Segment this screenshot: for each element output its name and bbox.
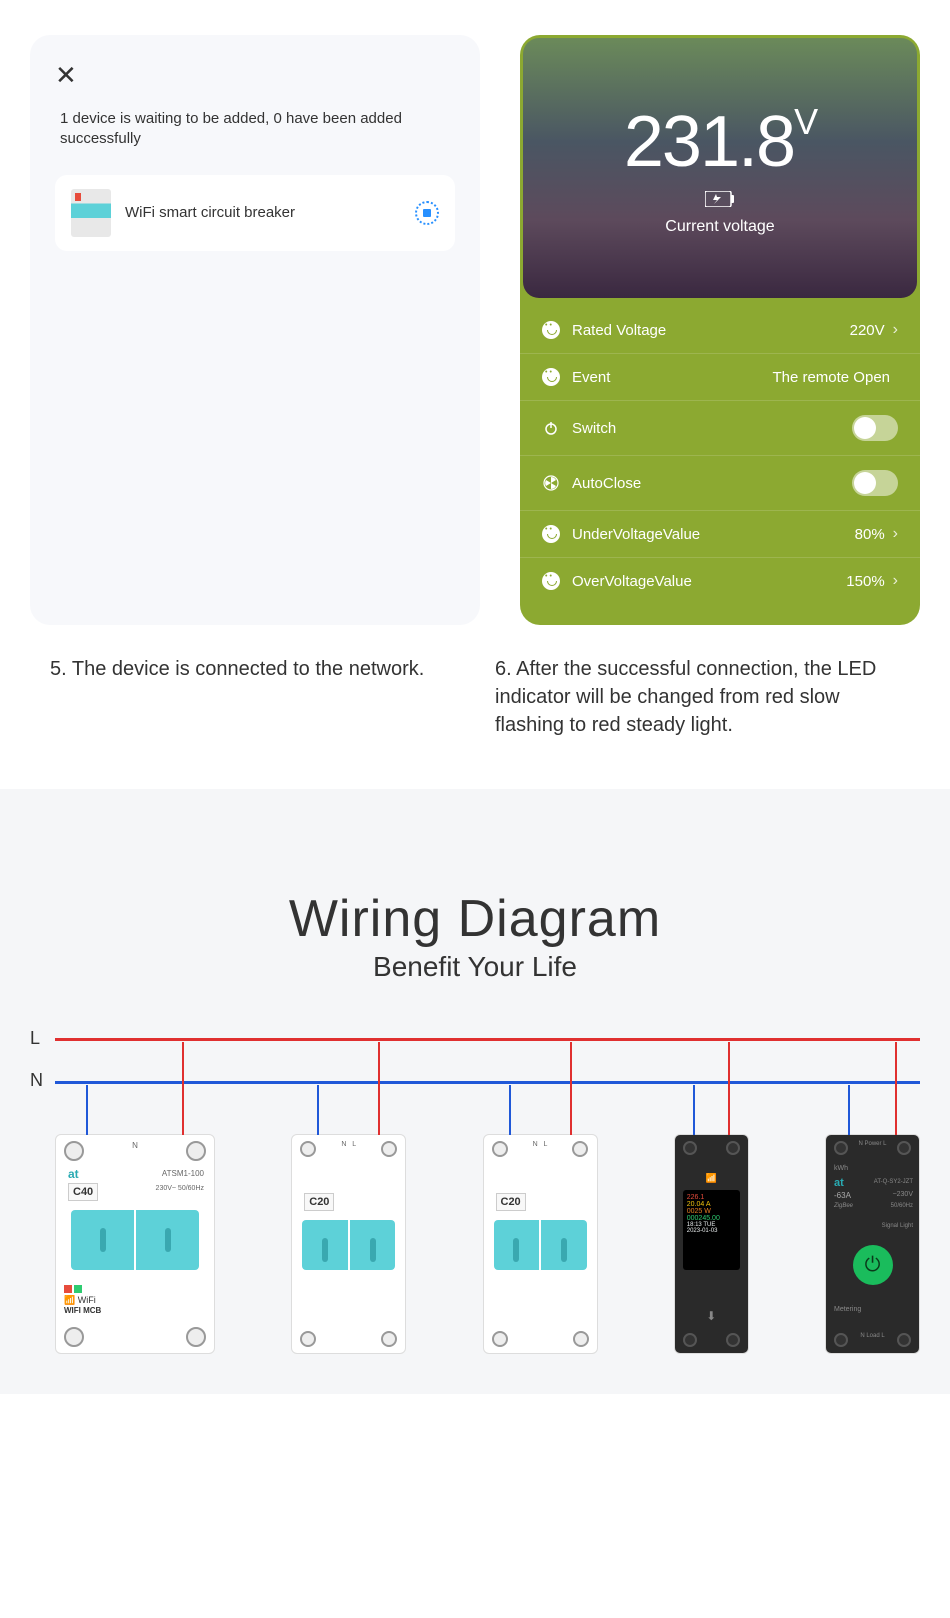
breaker-screen: 226.1 20.04 A 0025 W 000245.00 18:13 TUE… xyxy=(683,1190,740,1270)
settings-list: Rated Voltage 220V › Event The remote Op… xyxy=(520,301,920,610)
loading-icon xyxy=(415,201,439,225)
chevron-right-icon: › xyxy=(893,321,898,339)
captions: 5. The device is connected to the networ… xyxy=(0,645,950,789)
smiley-icon xyxy=(542,321,560,339)
row-autoclose: AutoClose xyxy=(520,456,920,511)
close-icon[interactable]: ✕ xyxy=(55,60,455,91)
breaker-4: 📶 226.1 20.04 A 0025 W 000245.00 18:13 T… xyxy=(674,1134,749,1354)
status-text: 1 device is waiting to be added, 0 have … xyxy=(55,109,455,150)
wiring-subtitle: Benefit Your Life xyxy=(30,951,920,983)
battery-icon xyxy=(705,191,735,212)
breaker-1: N at ATSM1-100 C40 230V~ 50/60Hz 📶 WiFiW… xyxy=(55,1134,215,1354)
smiley-icon xyxy=(542,525,560,543)
device-card[interactable]: WiFi smart circuit breaker xyxy=(55,175,455,251)
switch-toggle[interactable] xyxy=(852,415,898,441)
down-arrow-icon: ⬇ xyxy=(675,1309,748,1323)
wifi-badge: 📶 WiFiWIFI MCB xyxy=(64,1285,101,1315)
wiring-section: Wiring Diagram Benefit Your Life L N N a… xyxy=(0,789,950,1394)
breaker-code: C40 xyxy=(68,1183,98,1201)
breaker-switch xyxy=(302,1220,395,1270)
breaker-code: C20 xyxy=(496,1193,526,1211)
autoclose-toggle[interactable] xyxy=(852,470,898,496)
voltage-label: Current voltage xyxy=(665,218,774,236)
row-event[interactable]: Event The remote Open xyxy=(520,354,920,401)
caption-6: 6. After the successful connection, the … xyxy=(495,655,900,739)
wifi-icon: 📶 xyxy=(675,1173,748,1184)
wiring-canvas: L N N at ATSM1-100 C40 230V~ 50/60Hz 📶 W… xyxy=(30,1038,920,1354)
wiring-title: Wiring Diagram xyxy=(30,889,920,949)
fan-icon xyxy=(542,474,560,492)
voltage-panel: 231.8V Current voltage Rated Voltage 220… xyxy=(520,35,920,625)
breaker-switch xyxy=(494,1220,587,1270)
device-thumbnail xyxy=(71,189,111,237)
chevron-right-icon: › xyxy=(893,572,898,590)
line-N-label: N xyxy=(30,1070,43,1091)
line-L-label: L xyxy=(30,1028,40,1049)
breaker-switch xyxy=(71,1210,199,1270)
voltage-value: 231.8V xyxy=(624,101,816,183)
breaker-code: C20 xyxy=(304,1193,334,1211)
breaker-5: N Power L kWh at AT-Q-SY2-JZT -63A ~230V… xyxy=(825,1134,920,1354)
row-over-voltage[interactable]: OverVoltageValue 150% › xyxy=(520,558,920,604)
add-device-panel: ✕ 1 device is waiting to be added, 0 hav… xyxy=(30,35,480,625)
brand-logo: at xyxy=(68,1167,79,1181)
device-name: WiFi smart circuit breaker xyxy=(125,204,401,221)
breaker-3: N L C20 xyxy=(483,1134,598,1354)
power-button-icon: ⏻ xyxy=(853,1245,893,1285)
breaker-2: N L C20 xyxy=(291,1134,406,1354)
top-section: ✕ 1 device is waiting to be added, 0 hav… xyxy=(0,0,950,645)
breakers-row: N at ATSM1-100 C40 230V~ 50/60Hz 📶 WiFiW… xyxy=(55,1134,920,1354)
voltage-hero: 231.8V Current voltage xyxy=(523,38,917,298)
smiley-icon xyxy=(542,572,560,590)
chevron-right-icon: › xyxy=(893,525,898,543)
smiley-icon xyxy=(542,368,560,386)
caption-5: 5. The device is connected to the networ… xyxy=(50,655,455,739)
row-rated-voltage[interactable]: Rated Voltage 220V › xyxy=(520,307,920,354)
row-under-voltage[interactable]: UnderVoltageValue 80% › xyxy=(520,511,920,558)
row-switch: Switch xyxy=(520,401,920,456)
rail-L xyxy=(55,1038,920,1041)
power-icon xyxy=(542,419,560,437)
